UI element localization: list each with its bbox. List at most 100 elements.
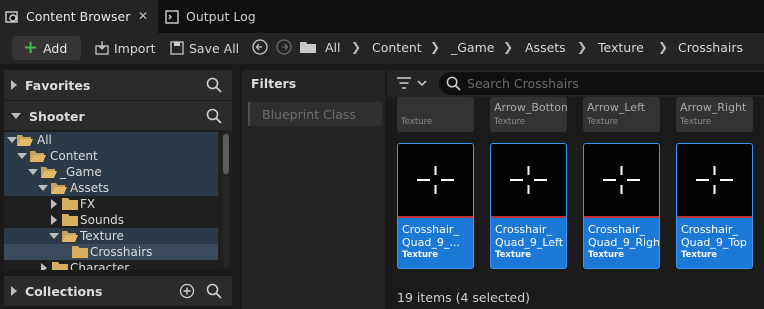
crosshair-icon [417,166,454,194]
filter-icon[interactable] [397,77,411,89]
add-collection-icon[interactable] [179,283,195,299]
tab-label: Output Log [186,9,256,24]
expand-arrow-icon [51,215,57,225]
back-icon[interactable] [252,39,268,55]
import-button[interactable]: Import [94,37,156,59]
shooter-label: Shooter [29,108,85,124]
item-count-status: 19 items (4 selected) [397,290,531,305]
tree-item-sounds[interactable]: Sounds [4,212,218,228]
folder-open-icon [62,231,78,242]
tree-item-content[interactable]: Content [4,148,218,164]
asset-type: Texture [588,250,624,260]
filter-blueprint-class[interactable]: Blueprint Class [248,102,382,126]
asset-type-color-bar [677,216,752,218]
tree-item-fx[interactable]: FX [4,196,218,212]
tree-item-label: All [37,133,52,147]
expand-arrow-icon [41,263,47,270]
breadcrumb-item[interactable]: Texture [598,40,644,55]
tree-item-texture[interactable]: Texture [4,228,218,244]
add-label: Add [43,40,68,56]
tree-item-game[interactable]: _Game [4,164,218,180]
collapse-arrow-icon [17,153,27,159]
collections-header[interactable]: Collections [4,276,232,306]
crosshair-thumbnail [677,144,752,216]
collapse-arrow-icon [49,233,59,239]
folder-icon [72,246,88,258]
crosshair-thumbnail [491,144,566,216]
filters-panel: Filters Blueprint Class [242,70,385,309]
asset-tile[interactable]: Arrow_Bottom Texture [490,97,567,132]
tab-output-log[interactable]: Output Log [160,0,290,33]
tree-item-label: Texture [80,229,124,243]
breadcrumb-separator-icon: ❯ [351,40,362,54]
tree-item-all[interactable]: All [4,132,218,148]
search-icon[interactable] [206,77,222,93]
tree-item-crosshairs[interactable]: Crosshairs [4,244,218,260]
asset-name-line2: Quad_9_... [402,236,460,249]
tab-bar: Content Browser ✕ Output Log [0,0,764,33]
asset-name: Arrow_Left [587,101,646,114]
folder-open-icon [41,167,57,178]
tree-item-assets[interactable]: Assets [4,180,218,196]
import-label: Import [114,40,156,56]
save-icon [170,41,184,55]
collapse-arrow-icon [28,169,38,175]
breadcrumb-item[interactable]: Content [372,40,422,55]
expand-arrow-icon [51,199,57,209]
filter-label: Blueprint Class [262,107,356,122]
shooter-header[interactable]: Shooter [4,101,232,131]
asset-name-line2: Quad_9_Top [681,236,747,249]
asset-type: Texture [681,250,717,260]
asset-view: Search Crosshairs Texture Arrow_Bottom T… [387,70,764,309]
chevron-down-icon[interactable] [417,80,427,87]
folder-open-icon [51,183,67,194]
import-icon [95,41,109,55]
asset-type-color-bar [584,216,659,218]
expand-arrow-icon [11,80,17,90]
tree-item-label: FX [80,197,96,211]
close-icon[interactable]: ✕ [136,9,150,23]
favorites-header[interactable]: Favorites [4,70,232,100]
asset-name-line2: Quad_9_Right [588,236,660,249]
tree-item-label: Crosshairs [90,245,153,259]
breadcrumb-item[interactable]: Crosshairs [678,40,743,55]
asset-type: Texture [401,117,433,127]
asset-type: Texture [402,250,438,260]
breadcrumb-item[interactable]: Assets [525,40,566,55]
breadcrumb-item[interactable]: All [325,40,341,55]
asset-tile[interactable]: Arrow_Left Texture [583,97,660,132]
asset-tile-selected[interactable]: Crosshair_ Quad_9_... Texture [397,143,474,269]
breadcrumb-separator-icon: ❯ [503,40,514,54]
asset-tile-selected[interactable]: Crosshair_ Quad_9_Left Texture [490,143,567,269]
asset-type: Texture [680,117,712,127]
favorites-label: Favorites [25,77,91,93]
asset-name-line1: Crosshair_ [402,223,459,236]
folder-open-icon [30,151,46,162]
scrollbar-thumb[interactable] [223,134,229,174]
asset-tile-selected[interactable]: Crosshair_ Quad_9_Right Texture [583,143,660,269]
add-button[interactable]: + Add [12,36,81,60]
crosshair-icon [510,166,547,194]
breadcrumb-separator-icon: ❯ [430,40,441,54]
asset-tile[interactable]: Arrow_Right Texture [676,97,753,132]
tree-item-label: Assets [70,181,110,195]
sources-panel: Favorites Shooter All Content _Game Asse… [0,64,236,309]
asset-name: Arrow_Right [680,101,747,114]
tab-content-browser[interactable]: Content Browser ✕ [0,0,158,33]
plus-icon: + [23,37,39,58]
folder-icon [62,214,78,226]
asset-name: Arrow_Bottom [494,101,567,114]
forward-icon[interactable] [276,39,292,55]
folder-open-icon [17,135,33,146]
search-input[interactable]: Search Crosshairs [439,72,764,95]
save-all-button[interactable]: Save All [169,37,239,59]
asset-type-color-bar [491,216,566,218]
asset-name-line1: Crosshair_ [588,223,645,236]
tree-scrollbar[interactable] [223,132,229,268]
tree-item-character[interactable]: Character [4,260,218,270]
asset-tile[interactable]: Texture [397,97,474,132]
asset-tile-selected[interactable]: Crosshair_ Quad_9_Top Texture [676,143,753,269]
search-icon[interactable] [206,283,222,299]
search-icon[interactable] [206,108,222,124]
breadcrumb-item[interactable]: _Game [451,40,494,55]
